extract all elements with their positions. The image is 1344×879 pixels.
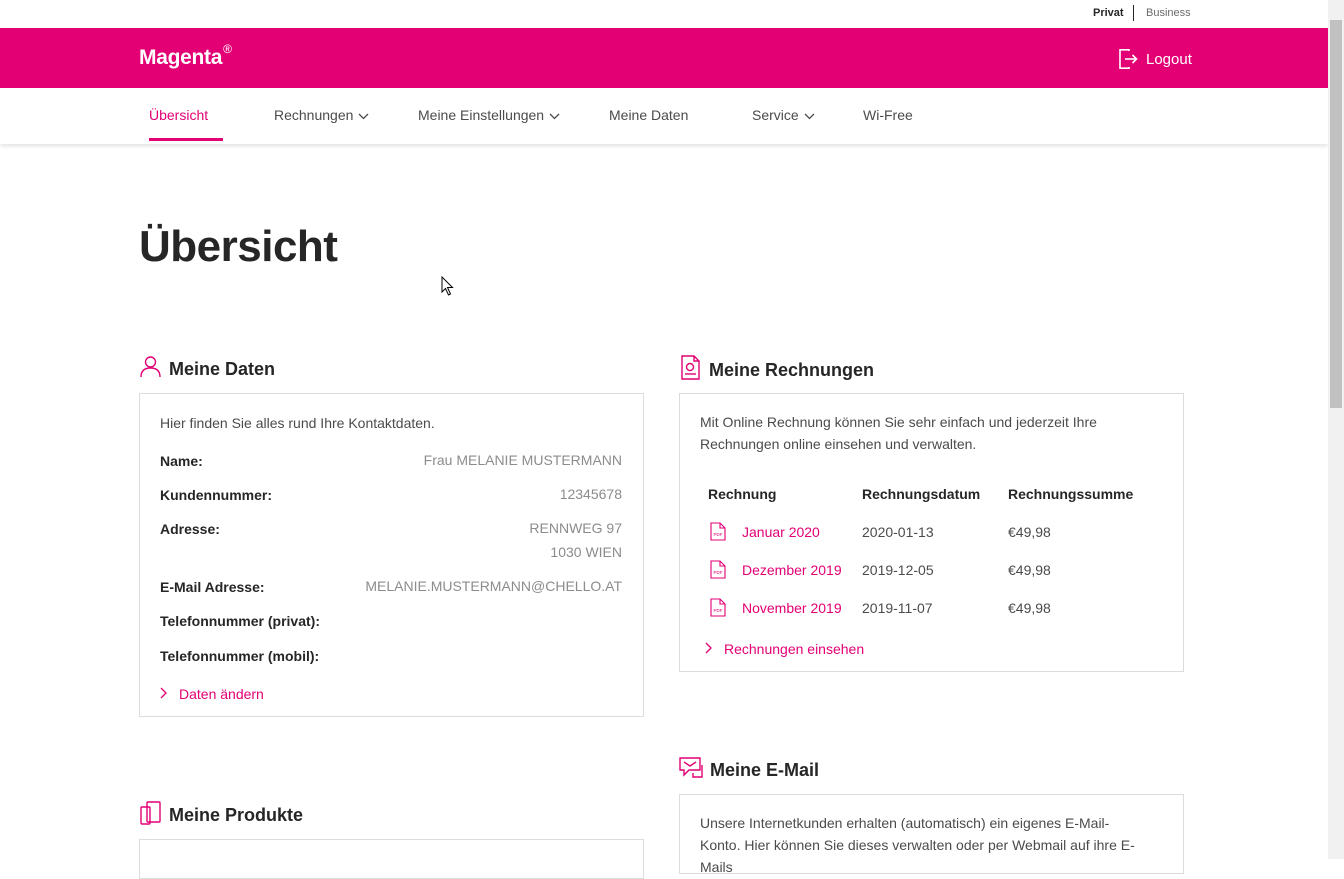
nav-tab-label: Übersicht xyxy=(149,107,209,123)
pdf-icon[interactable]: PDF xyxy=(710,560,726,584)
scrollbar-thumb[interactable] xyxy=(1330,20,1342,408)
chevron-down-icon xyxy=(804,107,815,123)
name-value: Frau MELANIE MUSTERMANN xyxy=(423,452,622,468)
invoice-link[interactable]: Januar 2020 xyxy=(742,524,820,540)
chevron-down-icon xyxy=(358,107,369,123)
brand-header: Magenta® Logout xyxy=(0,28,1328,88)
telefon-mobil-label: Telefonnummer (mobil): xyxy=(160,648,320,664)
name-label: Name: xyxy=(160,453,203,469)
email-intro: Unsere Internetkunden erhalten (automati… xyxy=(700,815,1135,875)
segment-bar: Privat Business xyxy=(0,0,1328,28)
rechnungen-intro: Mit Online Rechnung können Sie sehr einf… xyxy=(700,414,1097,452)
daten-intro: Hier finden Sie alles rund Ihre Kontaktd… xyxy=(160,415,435,431)
nav-tab-label: Service xyxy=(752,107,799,123)
section-meine-daten-heading: Meine Daten xyxy=(139,355,275,383)
nav-tab-uebersicht[interactable]: Übersicht xyxy=(149,107,208,123)
section-title: Meine Produkte xyxy=(169,805,304,825)
nav-tab-label: Meine Daten xyxy=(609,107,689,123)
main-nav: Übersicht Rechnungen Meine Einstellungen… xyxy=(0,88,1328,144)
pdf-icon[interactable]: PDF xyxy=(710,522,726,546)
meine-produkte-card xyxy=(139,839,644,879)
segment-business[interactable]: Business xyxy=(1146,7,1191,19)
section-title: Meine Rechnungen xyxy=(709,359,875,380)
invoice-date: 2019-12-05 xyxy=(862,562,934,578)
nav-tab-label: Rechnungen xyxy=(274,107,354,123)
meine-rechnungen-card: Mit Online Rechnung können Sie sehr einf… xyxy=(679,393,1184,672)
chevron-right-icon xyxy=(705,641,712,657)
nav-tab-meine-daten[interactable]: Meine Daten xyxy=(609,107,688,123)
invoice-sum: €49,98 xyxy=(1008,562,1051,578)
invoice-sum: €49,98 xyxy=(1008,524,1051,540)
chevron-right-icon xyxy=(160,686,167,702)
link-label: Daten ändern xyxy=(179,686,264,702)
logout-button[interactable]: Logout xyxy=(1118,48,1192,70)
devices-icon xyxy=(139,801,162,830)
email-label: E-Mail Adresse: xyxy=(160,579,265,595)
mouse-cursor-icon xyxy=(441,275,455,301)
daten-aendern-link[interactable]: Daten ändern xyxy=(160,686,264,702)
kundennummer-value: 12345678 xyxy=(559,486,622,502)
column-header-rechnungssumme: Rechnungssumme xyxy=(1008,486,1134,502)
email-value: MELANIE.MUSTERMANN@CHELLO.AT xyxy=(365,578,622,594)
telefon-privat-label: Telefonnummer (privat): xyxy=(160,613,320,629)
svg-text:PDF: PDF xyxy=(714,570,723,575)
user-icon xyxy=(139,355,162,383)
email-chat-icon xyxy=(679,756,703,784)
nav-tab-rechnungen[interactable]: Rechnungen xyxy=(274,107,369,123)
section-meine-produkte-heading: Meine Produkte xyxy=(139,801,303,830)
nav-tab-service[interactable]: Service xyxy=(752,107,815,123)
nav-tab-label: Wi-Free xyxy=(863,107,913,123)
invoice-date: 2020-01-13 xyxy=(862,524,934,540)
invoice-link[interactable]: Dezember 2019 xyxy=(742,562,842,578)
page-title: Übersicht xyxy=(139,222,338,271)
meine-email-card: Unsere Internetkunden erhalten (automati… xyxy=(679,794,1184,875)
nav-tab-wi-free[interactable]: Wi-Free xyxy=(863,107,913,123)
logout-label: Logout xyxy=(1146,50,1192,68)
adresse-line-2: 1030 WIEN xyxy=(550,544,622,560)
segment-privat[interactable]: Privat xyxy=(1093,7,1124,19)
svg-text:PDF: PDF xyxy=(714,532,723,537)
rechnungen-einsehen-link[interactable]: Rechnungen einsehen xyxy=(705,641,864,657)
adresse-line-1: RENNWEG 97 xyxy=(529,520,622,536)
brand-logo[interactable]: Magenta® xyxy=(139,42,232,70)
nav-tab-label: Meine Einstellungen xyxy=(418,107,545,123)
section-title: Meine E-Mail xyxy=(710,759,820,780)
section-meine-rechnungen-heading: Meine Rechnungen xyxy=(679,355,874,385)
section-meine-email-heading: Meine E-Mail xyxy=(679,756,819,784)
kundennummer-label: Kundennummer: xyxy=(160,487,272,503)
adresse-label: Adresse: xyxy=(160,521,220,537)
chevron-down-icon xyxy=(549,107,560,123)
logout-icon xyxy=(1118,48,1138,70)
active-tab-indicator xyxy=(149,138,223,141)
invoice-link[interactable]: November 2019 xyxy=(742,600,842,616)
invoice-icon xyxy=(679,355,702,385)
brand-registered-mark: ® xyxy=(223,42,232,56)
meine-daten-card: Hier finden Sie alles rund Ihre Kontaktd… xyxy=(139,393,644,717)
page-scrollbar[interactable] xyxy=(1328,0,1344,859)
invoice-date: 2019-11-07 xyxy=(862,600,933,616)
nav-tab-meine-einstellungen[interactable]: Meine Einstellungen xyxy=(418,107,560,123)
section-title: Meine Daten xyxy=(169,358,276,379)
link-label: Rechnungen einsehen xyxy=(724,641,865,657)
brand-name: Magenta xyxy=(139,46,223,69)
column-header-rechnung: Rechnung xyxy=(708,486,777,502)
segment-divider xyxy=(1133,5,1134,21)
invoice-sum: €49,98 xyxy=(1008,600,1051,616)
svg-text:PDF: PDF xyxy=(714,608,723,613)
pdf-icon[interactable]: PDF xyxy=(710,598,726,622)
column-header-rechnungsdatum: Rechnungsdatum xyxy=(862,486,981,502)
